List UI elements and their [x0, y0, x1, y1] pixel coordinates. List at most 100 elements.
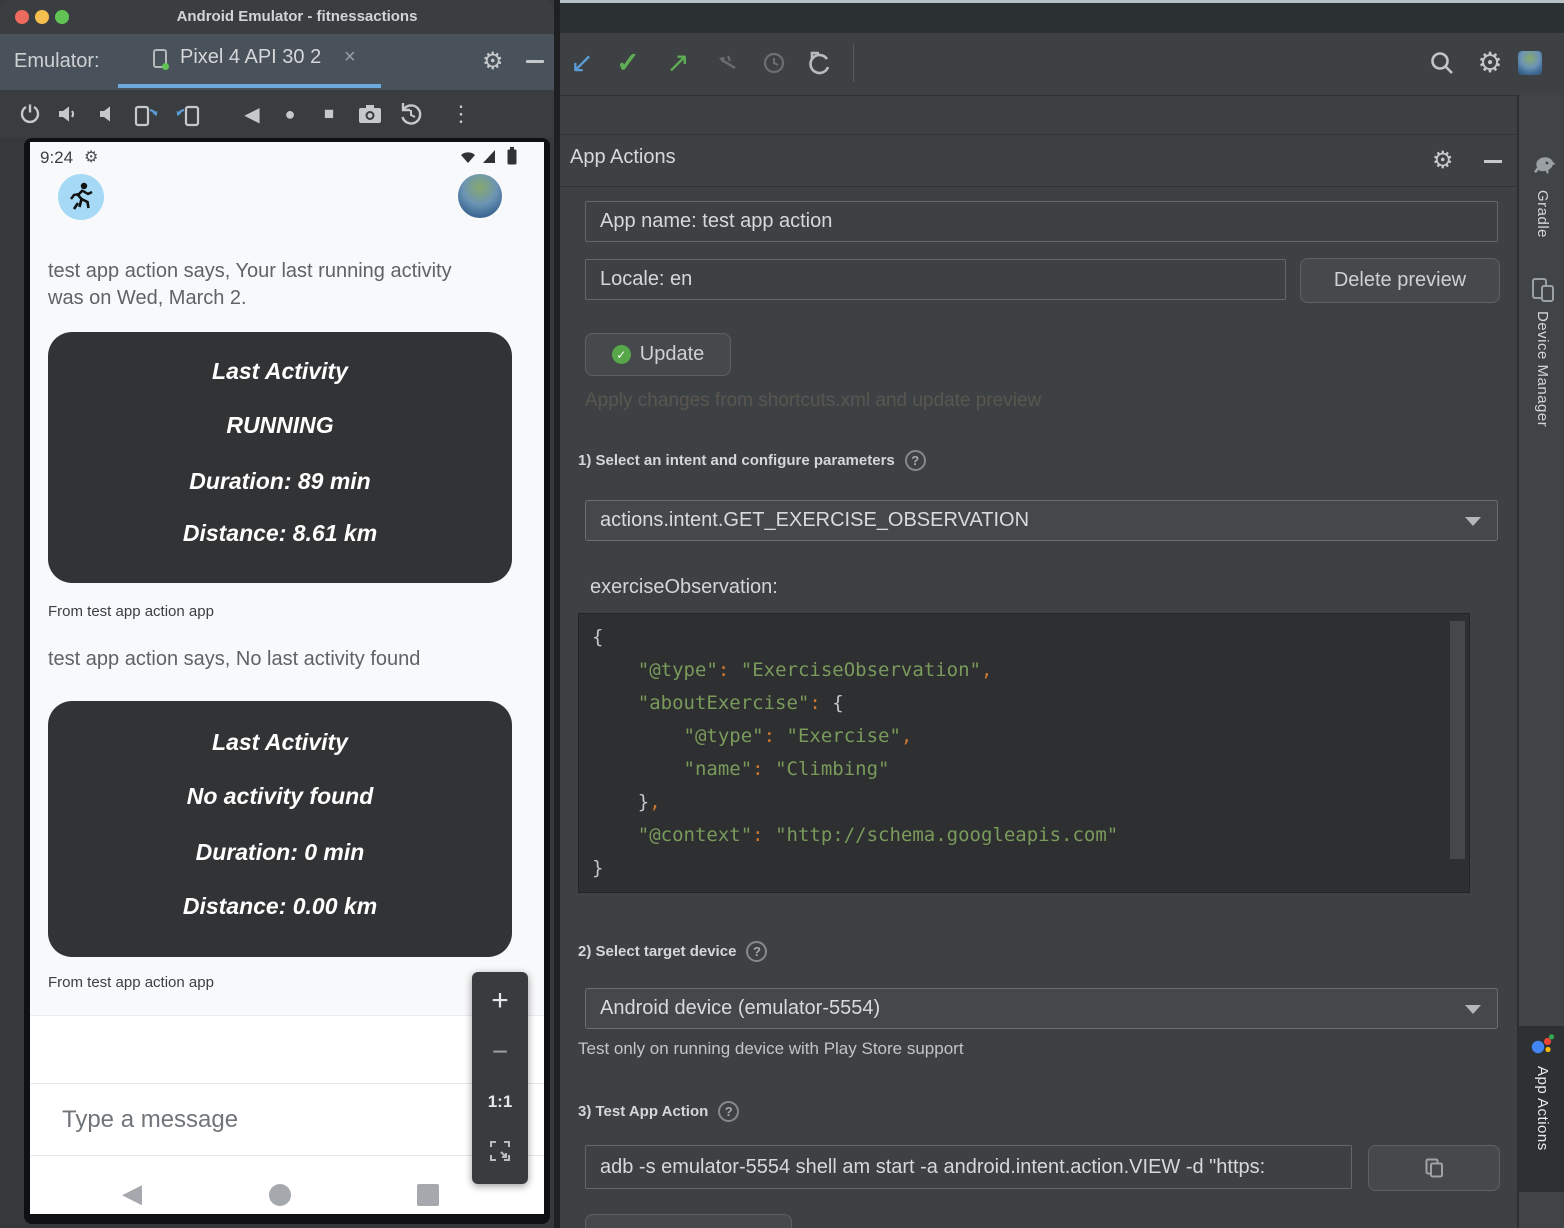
- search-icon[interactable]: [1424, 30, 1460, 95]
- rotate-left-icon[interactable]: [132, 90, 162, 138]
- panel-title: App Actions: [570, 146, 676, 169]
- overview-icon[interactable]: ■: [315, 90, 343, 138]
- history-clock-icon[interactable]: [756, 30, 792, 95]
- card-activity: RUNNING: [48, 412, 512, 439]
- tab-underline: [118, 84, 381, 88]
- wifi-icon: [460, 150, 476, 164]
- code-scrollbar[interactable]: [1450, 621, 1465, 859]
- nav-home-icon[interactable]: [269, 1184, 291, 1206]
- battery-icon: [506, 147, 518, 165]
- card-title: Last Activity: [48, 729, 512, 756]
- zoom-in-button[interactable]: +: [472, 984, 528, 1018]
- card-distance: Distance: 8.61 km: [48, 520, 512, 547]
- intent-dropdown[interactable]: actions.intent.GET_EXERCISE_OBSERVATION: [585, 500, 1498, 541]
- studio-toolbar: ↙ ✓ ↗ ⚙: [560, 30, 1564, 96]
- device-dropdown-value: Android device (emulator-5554): [600, 997, 880, 1020]
- code-label: exerciseObservation:: [590, 576, 778, 599]
- attach-arrows-icon[interactable]: [708, 30, 744, 95]
- divider: [30, 1155, 544, 1156]
- zoom-out-button[interactable]: −: [472, 1036, 528, 1068]
- activity-card: Last Activity No activity found Duration…: [48, 701, 512, 957]
- tool-tab-app-actions[interactable]: App Actions: [1519, 1026, 1564, 1192]
- emulator-titlebar: Android Emulator - fitnessactions: [0, 0, 554, 34]
- device-dropdown[interactable]: Android device (emulator-5554): [585, 988, 1498, 1029]
- update-hint-text: Apply changes from shortcuts.xml and upd…: [585, 390, 1041, 412]
- arrow-down-left-icon[interactable]: ↙: [564, 30, 600, 95]
- panel-minimize-icon[interactable]: [1484, 160, 1502, 163]
- rotate-right-icon[interactable]: [172, 90, 202, 138]
- chat-message-line: was on Wed, March 2.: [48, 285, 498, 312]
- update-check-icon: ✓: [612, 345, 631, 364]
- activity-card: Last Activity RUNNING Duration: 89 min D…: [48, 332, 512, 583]
- window-title: Android Emulator - fitnessactions: [80, 8, 514, 25]
- card-duration: Duration: 0 min: [48, 839, 512, 866]
- copy-icon: [1425, 1158, 1443, 1178]
- adb-command-field[interactable]: adb -s emulator-5554 shell am start -a a…: [585, 1145, 1352, 1189]
- zoom-controls: + − 1:1: [472, 972, 528, 1184]
- user-avatar: [458, 174, 502, 218]
- phone-device-icon: [150, 48, 172, 72]
- undo-icon[interactable]: [800, 30, 840, 95]
- help-icon[interactable]: ?: [718, 1101, 739, 1122]
- app-name-field[interactable]: App name: test app action: [585, 201, 1498, 242]
- section-2-label: 2) Select target device ?: [578, 941, 767, 962]
- arrow-up-right-icon[interactable]: ↗: [660, 30, 696, 95]
- toolbar-separator: [853, 44, 854, 82]
- signal-icon: [482, 149, 496, 164]
- emulator-toolbar: ◀ ● ■ ⋮: [0, 90, 554, 138]
- tab-pixel-4[interactable]: Pixel 4 API 30 2 ×: [118, 34, 381, 84]
- emulator-window: Android Emulator - fitnessactions Emulat…: [0, 0, 554, 1228]
- close-traffic-light[interactable]: [15, 10, 29, 24]
- delete-preview-button[interactable]: Delete preview: [1300, 258, 1500, 303]
- from-app-label: From test app action app: [48, 974, 214, 991]
- copy-command-button[interactable]: [1368, 1145, 1500, 1191]
- run-app-action-button-partial[interactable]: [585, 1214, 792, 1228]
- chat-message-line: test app action says, Your last running …: [48, 258, 498, 285]
- panel-top-border: [560, 134, 1517, 135]
- nav-back-icon[interactable]: ◀: [122, 1178, 142, 1209]
- home-icon[interactable]: ●: [276, 90, 304, 138]
- device-hint-text: Test only on running device with Play St…: [578, 1039, 964, 1059]
- snapshot-restore-icon[interactable]: [396, 90, 426, 138]
- panel-gear-icon[interactable]: ⚙: [1432, 146, 1454, 175]
- emulator-label: Emulator:: [14, 50, 100, 73]
- app-avatar: [58, 174, 104, 220]
- back-icon[interactable]: ◀: [238, 90, 266, 138]
- user-profile-avatar[interactable]: [1518, 51, 1542, 75]
- help-icon[interactable]: ?: [746, 941, 767, 962]
- check-run-icon[interactable]: ✓: [610, 30, 646, 95]
- chat-message: test app action says, Your last running …: [48, 258, 498, 312]
- tab-close-icon[interactable]: ×: [344, 46, 356, 69]
- status-bar-time: 9:24: [40, 148, 73, 168]
- emulator-tab-bar: Emulator: Pixel 4 API 30 2 × ⚙: [0, 34, 554, 90]
- power-icon[interactable]: [16, 90, 44, 138]
- card-title: Last Activity: [48, 358, 512, 385]
- volume-down-icon[interactable]: [94, 90, 122, 138]
- zoom-reset-button[interactable]: 1:1: [472, 1092, 528, 1112]
- status-bar-gear-icon: ⚙: [84, 147, 98, 167]
- android-studio-window: ↙ ✓ ↗ ⚙ App Actions ⚙ App name: test: [560, 0, 1564, 1228]
- emulator-minimize-icon[interactable]: [526, 60, 544, 63]
- tool-tab-device-manager[interactable]: Device Manager: [1519, 275, 1564, 575]
- more-options-icon[interactable]: ⋮: [448, 90, 474, 138]
- update-button[interactable]: ✓ Update: [585, 333, 731, 376]
- dropdown-arrow-icon: [1465, 517, 1481, 526]
- camera-icon[interactable]: [355, 90, 385, 138]
- tool-window-stripe: Gradle Device Manager App Actions: [1517, 95, 1564, 1228]
- help-icon[interactable]: ?: [905, 450, 926, 471]
- locale-field[interactable]: Locale: en: [585, 259, 1286, 300]
- emulator-settings-gear-icon[interactable]: ⚙: [482, 47, 504, 76]
- volume-up-icon[interactable]: [54, 90, 84, 138]
- runner-icon: [67, 182, 95, 212]
- phone-screen: 9:24 ⚙ test app a: [30, 142, 544, 1214]
- card-distance: Distance: 0.00 km: [48, 893, 512, 920]
- fit-to-screen-icon[interactable]: [489, 1140, 511, 1162]
- message-input[interactable]: Type a message: [62, 1106, 238, 1134]
- settings-gear-icon[interactable]: ⚙: [1472, 30, 1508, 95]
- from-app-label: From test app action app: [48, 603, 214, 620]
- gradle-icon: [1531, 154, 1557, 178]
- nav-overview-icon[interactable]: [417, 1184, 439, 1206]
- minimize-traffic-light[interactable]: [35, 10, 49, 24]
- chat-message: test app action says, No last activity f…: [48, 646, 508, 673]
- maximize-traffic-light[interactable]: [55, 10, 69, 24]
